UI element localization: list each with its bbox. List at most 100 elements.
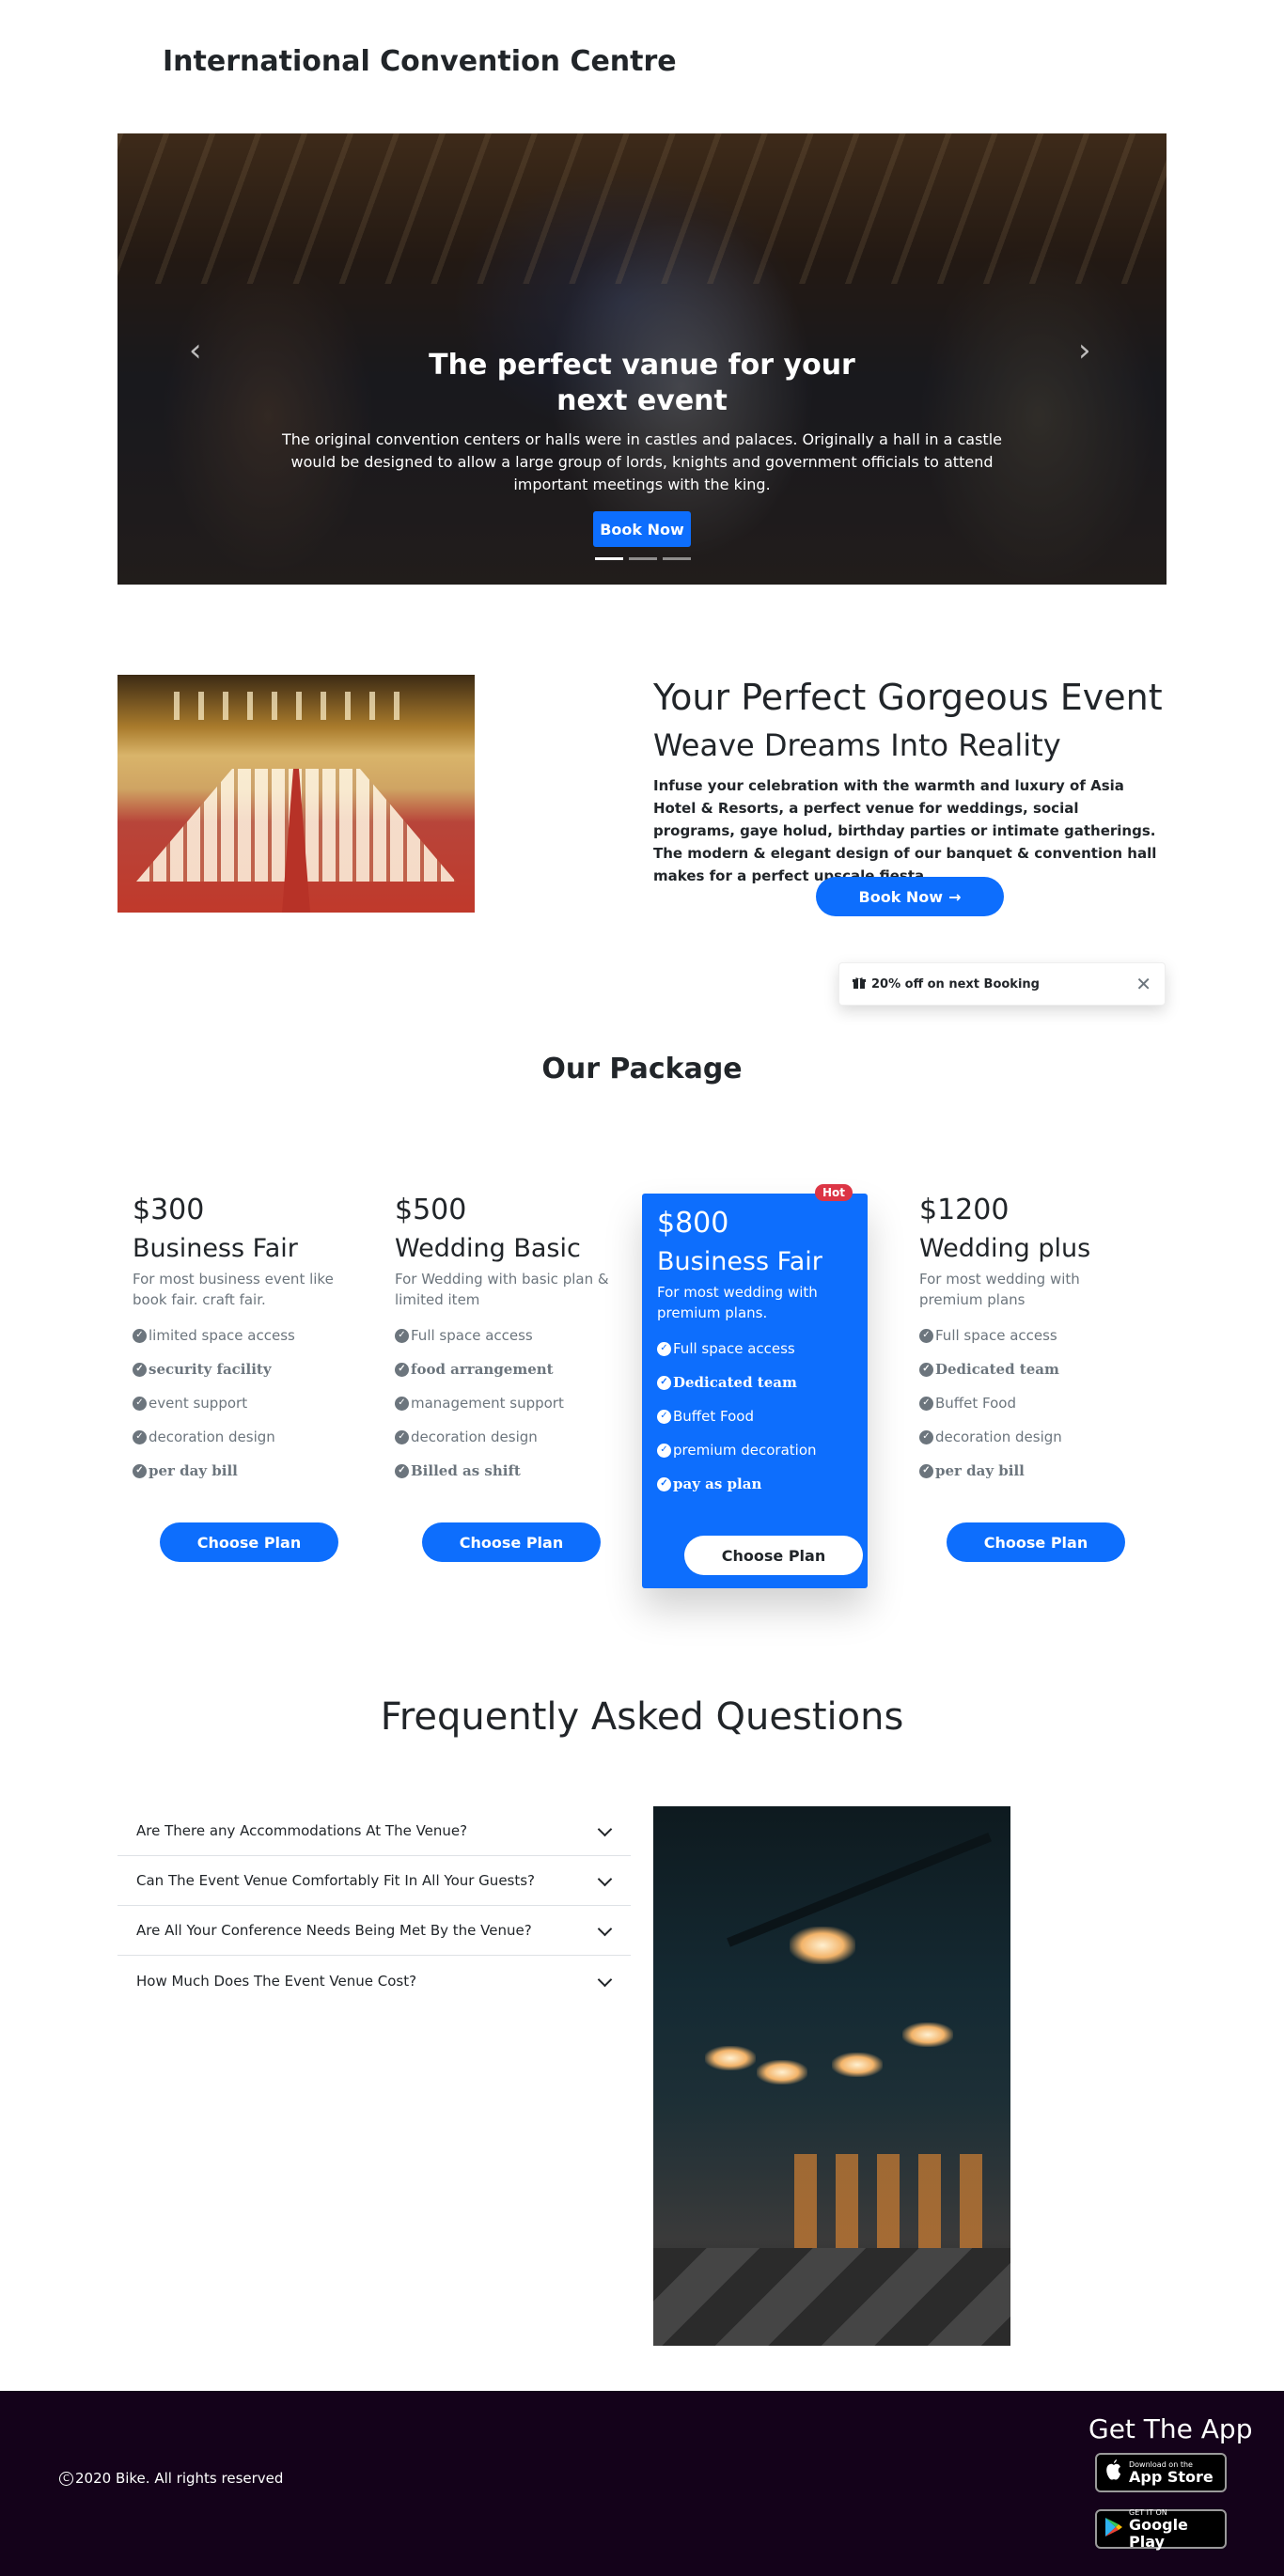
toast-text: 20% off on next Booking — [871, 976, 1040, 991]
faq-item[interactable]: Are All Your Conference Needs Being Met … — [117, 1906, 631, 1956]
google-play-button[interactable]: GET IT ON Google Play — [1095, 2508, 1227, 2551]
faq-item[interactable]: How Much Does The Event Venue Cost? — [117, 1956, 631, 2006]
plan-feature: ✓ Buffet Food — [657, 1408, 853, 1425]
plan-feature: ✓ security facility — [133, 1361, 358, 1378]
faq-item[interactable]: Are There any Accommodations At The Venu… — [117, 1806, 631, 1856]
plan-feature: ✓ per day bill — [919, 1462, 1145, 1479]
brand-title[interactable]: International Convention Centre — [163, 45, 677, 78]
feature-subtitle: Weave Dreams Into Reality — [653, 727, 1061, 763]
check-icon: ✓ — [395, 1362, 409, 1377]
plan-price: $800 — [657, 1207, 729, 1240]
chevron-right-icon[interactable]: › — [1078, 335, 1091, 367]
plan-feature: ✓ event support — [133, 1395, 358, 1412]
chevron-down-icon — [599, 1975, 612, 1988]
plan-card-3: Hot $800 Business Fair For most wedding … — [642, 1184, 868, 1588]
packages-title: Our Package — [541, 1053, 743, 1085]
plan-feature: ✓ management support — [395, 1395, 620, 1412]
choose-plan-button[interactable]: Choose Plan — [160, 1522, 338, 1562]
plan-description: For most wedding with premium plans — [919, 1271, 1080, 1308]
feature-book-now-label: Book Now — [858, 887, 944, 906]
hero-carousel: ‹ › The perfect vanue for your next even… — [117, 133, 1167, 585]
chevron-down-icon — [599, 1874, 612, 1887]
carousel-indicator[interactable] — [663, 557, 691, 560]
play-icon — [1104, 2517, 1123, 2542]
check-icon: ✓ — [133, 1429, 147, 1444]
check-icon: ✓ — [395, 1396, 409, 1411]
feature-text: Infuse your celebration with the warmth … — [653, 777, 1157, 884]
faq-accordion: Are There any Accommodations At The Venu… — [117, 1806, 631, 2006]
app-store-label: App Store — [1129, 2467, 1214, 2486]
plan-description: For most business event like book fair. … — [133, 1271, 334, 1308]
check-icon: ✓ — [395, 1463, 409, 1478]
copyright: C 2020 Bike. All rights reserved — [59, 2470, 283, 2487]
check-icon: ✓ — [133, 1463, 147, 1478]
chevron-left-icon[interactable]: ‹ — [189, 335, 202, 367]
plan-feature: ✓ Dedicated team — [919, 1361, 1145, 1378]
hero-text: The original convention centers or halls… — [282, 430, 1002, 493]
hall-image — [117, 675, 475, 913]
plan-feature: ✓ food arrangement — [395, 1361, 620, 1378]
choose-plan-button[interactable]: Choose Plan — [684, 1536, 863, 1575]
plan-feature: ✓ pay as plan — [657, 1475, 853, 1492]
choose-plan-button[interactable]: Choose Plan — [422, 1522, 601, 1562]
restaurant-image — [653, 1806, 1010, 2346]
close-icon[interactable]: ✕ — [1135, 975, 1151, 993]
plan-feature: ✓ per day bill — [133, 1462, 358, 1479]
chevron-down-icon — [599, 1924, 612, 1937]
faq-item[interactable]: Can The Event Venue Comfortably Fit In A… — [117, 1856, 631, 1906]
plan-feature: ✓ Buffet Food — [919, 1395, 1145, 1412]
plan-feature: ✓ Full space access — [657, 1340, 853, 1357]
check-icon: ✓ — [657, 1409, 671, 1424]
check-icon: ✓ — [657, 1341, 671, 1356]
carousel-indicators — [595, 557, 691, 560]
hot-badge: Hot — [814, 1184, 853, 1201]
check-icon: ✓ — [133, 1328, 147, 1343]
plan-feature: ✓ Billed as shift — [395, 1462, 620, 1479]
hero-title: The perfect vanue for your next event — [429, 349, 855, 417]
check-icon: ✓ — [919, 1463, 933, 1478]
check-icon: ✓ — [919, 1429, 933, 1444]
carousel-indicator[interactable] — [595, 557, 623, 560]
check-icon: ✓ — [919, 1362, 933, 1377]
plan-feature: ✓ Full space access — [395, 1327, 620, 1344]
feature-title: Your Perfect Gorgeous Event — [653, 677, 1163, 718]
plan-feature: ✓ decoration design — [919, 1429, 1145, 1445]
plan-feature: ✓ decoration design — [395, 1429, 620, 1445]
plan-feature: ✓ limited space access — [133, 1327, 358, 1344]
faq-title: Frequently Asked Questions — [380, 1695, 904, 1739]
plan-feature: ✓ Full space access — [919, 1327, 1145, 1344]
plan-name: Business Fair — [657, 1247, 822, 1276]
plan-name: Wedding plus — [919, 1234, 1091, 1263]
app-store-button[interactable]: Download on the App Store — [1095, 2453, 1227, 2492]
plan-card-1: $300 Business Fair For most business eve… — [133, 1194, 358, 1569]
plan-name: Business Fair — [133, 1234, 298, 1263]
check-icon: ✓ — [919, 1396, 933, 1411]
apple-icon — [1104, 2459, 1123, 2487]
plan-card-4: $1200 Wedding plus For most wedding with… — [919, 1194, 1145, 1569]
plan-feature: ✓ decoration design — [133, 1429, 358, 1445]
copyright-text: 2020 Bike. All rights reserved — [75, 2470, 284, 2487]
check-icon: ✓ — [395, 1328, 409, 1343]
faq-question: Are All Your Conference Needs Being Met … — [136, 1922, 532, 1939]
arrow-right-icon: → — [948, 887, 962, 906]
google-play-label: Google Play — [1129, 2515, 1188, 2551]
faq-question: Are There any Accommodations At The Venu… — [136, 1822, 468, 1839]
plan-feature: ✓ Dedicated team — [657, 1374, 853, 1391]
plan-card-2: $500 Wedding Basic For Wedding with basi… — [395, 1194, 620, 1569]
gift-icon — [853, 976, 866, 993]
page: International Convention Centre ‹ › The … — [0, 0, 1284, 2576]
copyright-icon: C — [59, 2471, 73, 2486]
choose-plan-button[interactable]: Choose Plan — [947, 1522, 1125, 1562]
check-icon: ✓ — [133, 1362, 147, 1377]
plan-name: Wedding Basic — [395, 1234, 581, 1263]
faq-question: How Much Does The Event Venue Cost? — [136, 1972, 417, 1990]
carousel-indicator[interactable] — [629, 557, 657, 560]
plan-price: $500 — [395, 1194, 467, 1226]
footer: C 2020 Bike. All rights reserved Get The… — [0, 2391, 1284, 2576]
faq-question: Can The Event Venue Comfortably Fit In A… — [136, 1872, 536, 1889]
feature-book-now-button[interactable]: Book Now → — [816, 877, 1004, 916]
hero-book-now-button[interactable]: Book Now — [593, 511, 691, 547]
plan-description: For most wedding with premium plans. — [657, 1284, 818, 1321]
plan-price: $300 — [133, 1194, 205, 1226]
plan-description: For Wedding with basic plan & limited it… — [395, 1271, 609, 1308]
